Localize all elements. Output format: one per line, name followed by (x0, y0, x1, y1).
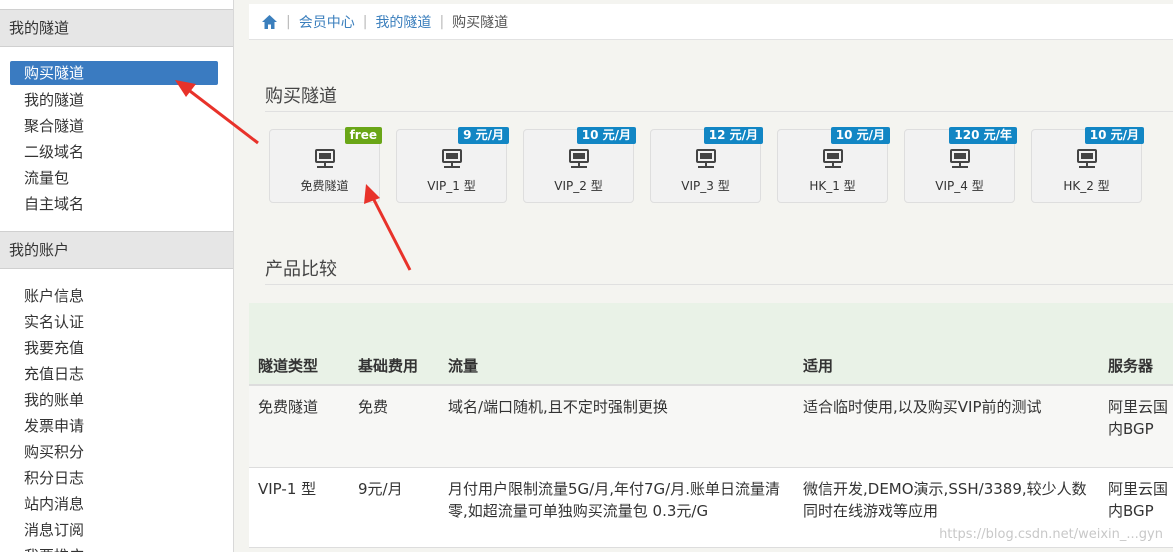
divider (265, 284, 1173, 285)
table-row: 免费隧道 免费 域名/端口随机,且不定时强制更换 适合临时使用,以及购买VIP前… (249, 385, 1173, 468)
cell-traffic: 月付用户限制流量5G/月,年付7G/月.账单日流量清零,如超流量可单独购买流量包… (439, 467, 794, 548)
sidebar-item-custom-domain[interactable]: 自主域名 (0, 191, 233, 217)
monitor-icon (822, 148, 844, 174)
sidebar-item-points-log[interactable]: 积分日志 (0, 465, 233, 491)
watermark: https://blog.csdn.net/weixin_...gyn (939, 527, 1163, 542)
compare-table: 隧道类型 基础费用 流量 适用 服务器 免费隧道 免费 域名/端口随机,且不定时… (249, 347, 1173, 548)
plan-tile-vip1[interactable]: 9 元/月 VIP_1 型 (396, 127, 509, 203)
th-base-fee: 基础费用 (349, 347, 439, 386)
sidebar-item-my-tunnels[interactable]: 我的隧道 (0, 87, 233, 113)
plan-tile-hk2[interactable]: 10 元/月 HK_2 型 (1031, 127, 1144, 203)
monitor-icon (568, 148, 590, 174)
sidebar-tunnel-list: 购买隧道 我的隧道 聚合隧道 二级域名 流量包 自主域名 (0, 61, 233, 217)
sidebar-section-account: 我的账户 (0, 231, 233, 269)
sidebar-item-traffic-pack[interactable]: 流量包 (0, 165, 233, 191)
monitor-icon (314, 148, 336, 174)
sidebar-item-promote[interactable]: 我要推广 (0, 543, 233, 552)
plan-tile-label: HK_2 型 (1063, 179, 1110, 193)
sidebar: 我的隧道 购买隧道 我的隧道 聚合隧道 二级域名 流量包 自主域名 我的账户 账… (0, 0, 234, 552)
breadcrumb: | 会员中心 | 我的隧道 | 购买隧道 (249, 4, 1173, 40)
sidebar-item-subscriptions[interactable]: 消息订阅 (0, 517, 233, 543)
cell-usage: 适合临时使用,以及购买VIP前的测试 (794, 385, 1099, 468)
plan-tile-label: VIP_2 型 (554, 179, 603, 193)
plan-tile-label: HK_1 型 (809, 179, 856, 193)
price-badge: 9 元/月 (458, 127, 509, 144)
breadcrumb-member-center[interactable]: 会员中心 (299, 12, 355, 32)
cell-tunnel-type: VIP-1 型 (249, 467, 349, 548)
cell-tunnel-type: 免费隧道 (249, 385, 349, 468)
th-usage: 适用 (794, 347, 1099, 386)
table-header-row: 隧道类型 基础费用 流量 适用 服务器 (249, 347, 1173, 386)
sidebar-account-list: 账户信息 实名认证 我要充值 充值日志 我的账单 发票申请 购买积分 积分日志 … (0, 283, 233, 552)
monitor-icon (441, 148, 463, 174)
breadcrumb-separator: | (286, 13, 291, 30)
sidebar-item-messages[interactable]: 站内消息 (0, 491, 233, 517)
divider (265, 111, 1173, 112)
compare-table-wrap: 隧道类型 基础费用 流量 适用 服务器 免费隧道 免费 域名/端口随机,且不定时… (249, 303, 1173, 548)
tunnel-plan-tiles: free 免费隧道 9 元/月 VIP_1 型 10 元/月 VIP_2 型 1… (269, 127, 1144, 203)
sidebar-item-verification[interactable]: 实名认证 (0, 309, 233, 335)
plan-tile-free[interactable]: free 免费隧道 (269, 127, 382, 203)
buy-tunnel-title: 购买隧道 (265, 86, 337, 107)
sidebar-section-tunnels: 我的隧道 (0, 9, 233, 47)
cell-base-fee: 9元/月 (349, 467, 439, 548)
plan-tile-label: VIP_3 型 (681, 179, 730, 193)
breadcrumb-buy-tunnel: 购买隧道 (452, 14, 509, 31)
table-band (249, 303, 1173, 347)
cell-server: 阿里云国内BGP (1099, 385, 1173, 468)
breadcrumb-separator: | (439, 13, 445, 30)
price-badge: 10 元/月 (830, 127, 890, 144)
cell-base-fee: 免费 (349, 385, 439, 468)
plan-tile-label: VIP_1 型 (427, 179, 476, 193)
price-badge: free (344, 127, 382, 144)
sidebar-item-buy-points[interactable]: 购买积分 (0, 439, 233, 465)
plan-tile-label: 免费隧道 (300, 179, 349, 193)
price-badge: 10 元/月 (1084, 127, 1144, 144)
plan-tile-label: VIP_4 型 (935, 179, 984, 193)
price-badge: 12 元/月 (703, 127, 763, 144)
cell-traffic: 域名/端口随机,且不定时强制更换 (439, 385, 794, 468)
th-server: 服务器 (1099, 347, 1173, 386)
sidebar-item-aggregate-tunnel[interactable]: 聚合隧道 (0, 113, 233, 139)
sidebar-item-subdomain[interactable]: 二级域名 (0, 139, 233, 165)
sidebar-item-recharge-log[interactable]: 充值日志 (0, 361, 233, 387)
breadcrumb-my-tunnels[interactable]: 我的隧道 (375, 12, 431, 32)
monitor-icon (695, 148, 717, 174)
home-icon[interactable] (261, 14, 278, 30)
th-tunnel-type: 隧道类型 (249, 347, 349, 386)
main-content: | 会员中心 | 我的隧道 | 购买隧道 购买隧道 free 免费隧道 9 元/… (249, 0, 1173, 552)
compare-title: 产品比较 (265, 259, 337, 280)
plan-tile-vip4[interactable]: 120 元/年 VIP_4 型 (904, 127, 1017, 203)
plan-tile-vip2[interactable]: 10 元/月 VIP_2 型 (523, 127, 636, 203)
plan-tile-vip3[interactable]: 12 元/月 VIP_3 型 (650, 127, 763, 203)
sidebar-item-invoice[interactable]: 发票申请 (0, 413, 233, 439)
sidebar-item-recharge[interactable]: 我要充值 (0, 335, 233, 361)
plan-tile-hk1[interactable]: 10 元/月 HK_1 型 (777, 127, 890, 203)
price-badge: 120 元/年 (949, 127, 1017, 144)
monitor-icon (1076, 148, 1098, 174)
breadcrumb-separator: | (362, 13, 368, 30)
price-badge: 10 元/月 (576, 127, 636, 144)
sidebar-item-account-info[interactable]: 账户信息 (0, 283, 233, 309)
sidebar-item-buy-tunnel[interactable]: 购买隧道 (10, 61, 218, 85)
monitor-icon (949, 148, 971, 174)
th-traffic: 流量 (439, 347, 794, 386)
sidebar-item-my-bill[interactable]: 我的账单 (0, 387, 233, 413)
